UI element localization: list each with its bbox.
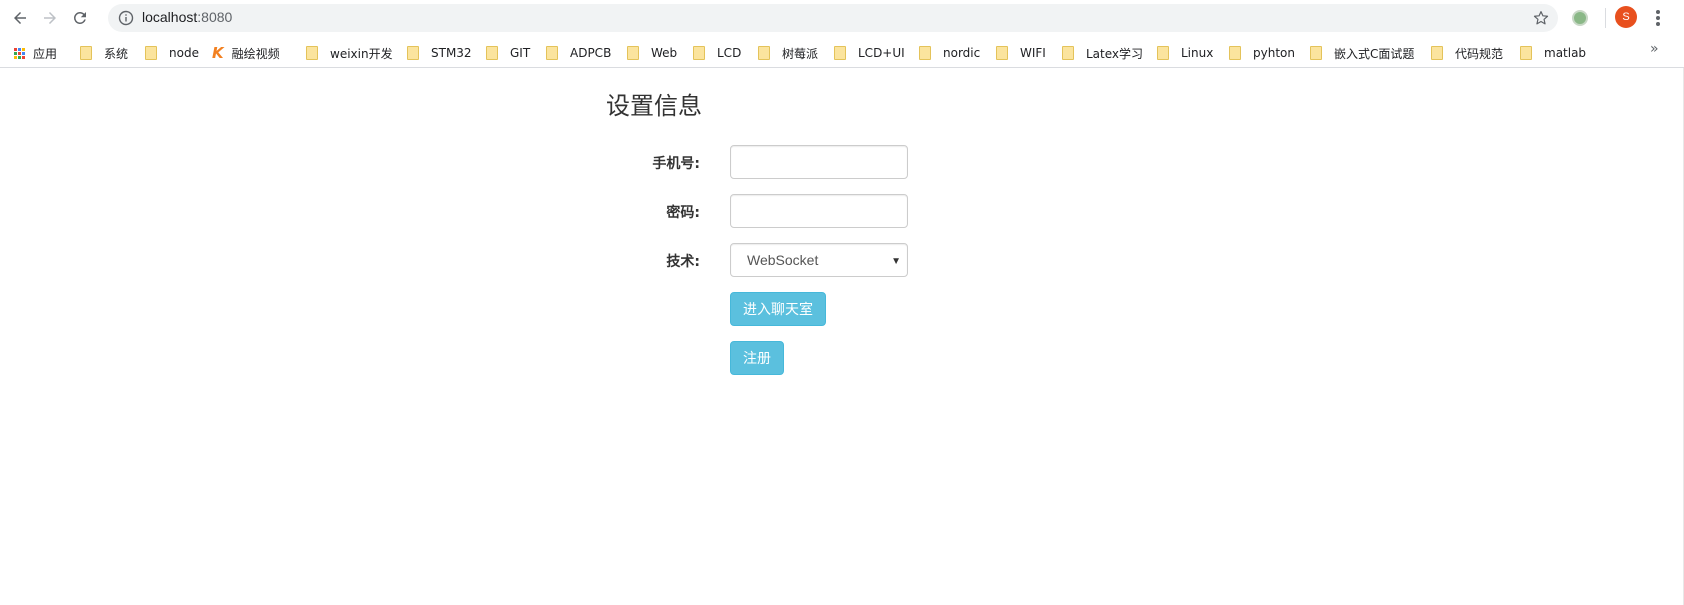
address-bar[interactable]: localhost:8080 <box>108 4 1558 32</box>
extension-icon[interactable] <box>1572 10 1588 26</box>
tech-row: 技术: WebSocket ▼ <box>600 243 930 277</box>
folder-icon <box>919 46 931 60</box>
bookmark-folder[interactable]: pyhton <box>1229 43 1295 63</box>
tech-label: 技术: <box>666 254 700 270</box>
bookmark-label: 树莓派 <box>782 46 819 61</box>
avatar-letter: S <box>1622 11 1630 23</box>
star-icon[interactable] <box>1532 9 1550 27</box>
folder-icon <box>627 46 639 60</box>
apps-icon <box>14 47 25 59</box>
bookmark-folder[interactable]: ADPCB <box>546 43 611 63</box>
tech-select[interactable]: WebSocket ▼ <box>730 243 908 277</box>
folder-icon <box>1431 46 1443 60</box>
folder-icon <box>758 46 770 60</box>
password-label: 密码: <box>666 205 700 221</box>
bookmark-label: 融绘视频 <box>231 46 280 61</box>
phone-input[interactable] <box>730 145 908 179</box>
bookmark-label: ADPCB <box>570 46 612 60</box>
bookmark-folder[interactable]: Linux <box>1157 43 1213 63</box>
folder-icon <box>1310 46 1322 60</box>
register-label: 注册 <box>743 351 771 367</box>
bookmark-folder[interactable]: WIFI <box>996 43 1046 63</box>
bookmark-folder[interactable]: STM32 <box>407 43 472 63</box>
forward-button[interactable] <box>38 6 62 30</box>
bookmark-label: pyhton <box>1253 46 1295 60</box>
bookmark-label: Latex学习 <box>1086 46 1144 61</box>
bookmark-label: 代码规范 <box>1455 46 1504 61</box>
bookmarks-bar: 应用 系统 node K 融绘视频 weixin开发 STM32 GIT ADPC… <box>0 36 1684 68</box>
bookmark-folder[interactable]: 代码规范 <box>1431 43 1503 63</box>
bookmark-label: matlab <box>1544 46 1587 60</box>
bookmark-apps[interactable]: 应用 <box>14 43 57 63</box>
bookmark-folder[interactable]: matlab <box>1520 43 1586 63</box>
arrow-right-icon <box>44 12 56 24</box>
k-logo-icon: K <box>212 44 224 62</box>
bookmark-label: weixin开发 <box>330 46 393 61</box>
bookmark-label: 嵌入式C面试题 <box>1334 46 1415 61</box>
bookmark-folder[interactable]: Web <box>627 43 677 63</box>
url-text[interactable]: localhost:8080 <box>142 9 232 25</box>
bookmark-folder[interactable]: LCD <box>693 43 741 63</box>
bookmark-folder[interactable]: 嵌入式C面试题 <box>1310 43 1414 63</box>
bookmark-label: LCD <box>717 46 742 60</box>
bookmarks-overflow-icon[interactable]: » <box>1650 41 1659 57</box>
bookmark-label: GIT <box>510 46 531 60</box>
reload-button[interactable] <box>68 6 92 30</box>
bookmark-label: node <box>169 46 199 60</box>
bookmark-folder[interactable]: 树莓派 <box>758 43 818 63</box>
folder-icon <box>693 46 705 60</box>
folder-icon <box>1520 46 1532 60</box>
phone-row: 手机号: <box>600 145 930 179</box>
enter-chatroom-label: 进入聊天室 <box>743 302 813 318</box>
folder-icon <box>306 46 318 60</box>
password-row: 密码: <box>600 194 930 228</box>
folder-icon <box>1229 46 1241 60</box>
folder-icon <box>145 46 157 60</box>
bookmark-folder[interactable]: Latex学习 <box>1062 43 1143 63</box>
bookmark-folder[interactable]: weixin开发 <box>306 43 393 63</box>
register-button[interactable]: 注册 <box>730 341 784 375</box>
bookmark-folder[interactable]: 系统 <box>80 43 128 63</box>
bookmark-label: WIFI <box>1020 46 1046 60</box>
bookmark-folder[interactable]: LCD+UI <box>834 43 905 63</box>
bookmark-label: LCD+UI <box>858 46 905 60</box>
profile-avatar[interactable]: S <box>1615 6 1637 28</box>
folder-icon <box>1157 46 1169 60</box>
bookmark-label: Web <box>651 46 678 60</box>
bookmark-label: 应用 <box>33 46 58 61</box>
bookmark-label: Linux <box>1181 46 1214 60</box>
folder-icon <box>80 46 92 60</box>
folder-icon <box>486 46 498 60</box>
url-port: :8080 <box>197 9 233 25</box>
folder-icon <box>407 46 419 60</box>
arrow-left-icon <box>14 12 26 24</box>
folder-icon <box>834 46 846 60</box>
browser-toolbar: localhost:8080 S <box>0 0 1684 36</box>
toolbar-divider <box>1605 8 1606 28</box>
bookmark-folder[interactable]: node <box>145 43 199 63</box>
folder-icon <box>546 46 558 60</box>
dropdown-caret-icon: ▼ <box>891 256 901 267</box>
info-icon[interactable] <box>118 10 134 26</box>
bookmark-folder[interactable]: nordic <box>919 43 980 63</box>
back-button[interactable] <box>8 6 32 30</box>
tech-selected-value: WebSocket <box>747 252 819 268</box>
folder-icon <box>996 46 1008 60</box>
reload-icon <box>73 11 86 24</box>
folder-icon <box>1062 46 1074 60</box>
bookmark-link[interactable]: K 融绘视频 <box>212 43 280 63</box>
kebab-menu-icon[interactable] <box>1650 8 1666 28</box>
bookmark-folder[interactable]: GIT <box>486 43 530 63</box>
password-input[interactable] <box>730 194 908 228</box>
page-title: 设置信息 <box>606 92 702 120</box>
bookmark-label: 系统 <box>104 46 129 61</box>
url-host: localhost <box>142 9 198 25</box>
enter-chatroom-button[interactable]: 进入聊天室 <box>730 292 826 326</box>
bookmark-label: nordic <box>943 46 981 60</box>
bookmark-label: STM32 <box>431 46 472 60</box>
phone-label: 手机号: <box>652 156 700 172</box>
